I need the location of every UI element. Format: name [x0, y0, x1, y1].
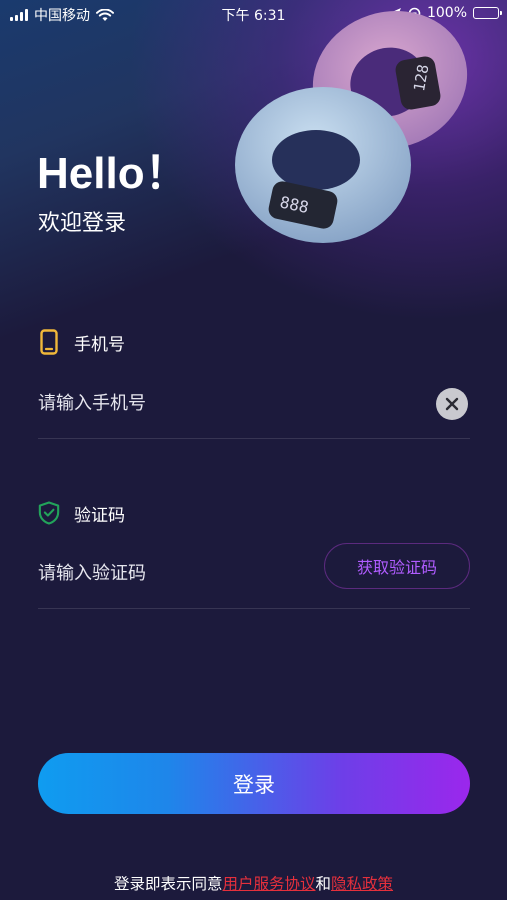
- greeting-title: Hello！: [37, 149, 189, 198]
- privacy-link[interactable]: 隐私政策: [331, 875, 393, 893]
- agreement-prefix: 登录即表示同意: [113, 875, 223, 893]
- phone-label: 手机号: [74, 334, 125, 355]
- close-icon: [445, 397, 459, 411]
- terms-link[interactable]: 用户服务协议: [222, 875, 315, 893]
- phone-icon: [38, 329, 60, 355]
- phone-input[interactable]: [38, 378, 418, 428]
- status-left: 中国移动: [10, 5, 114, 25]
- agreement-text: 登录即表示同意用户服务协议和隐私政策: [0, 872, 507, 894]
- get-code-button[interactable]: 获取验证码: [324, 543, 470, 589]
- clear-phone-button[interactable]: [436, 388, 468, 420]
- phone-input-row: [38, 378, 470, 439]
- greeting-subtitle: 欢迎登录: [38, 211, 127, 236]
- code-label: 验证码: [74, 505, 125, 526]
- login-screen: 中国移动 下午 6:31 100% 128 888 Hello！ 欢迎登录 手机…: [0, 0, 507, 900]
- phone-label-row: 手机号: [38, 329, 125, 355]
- code-input-row: 获取验证码: [38, 543, 470, 609]
- code-input[interactable]: [38, 548, 308, 598]
- agreement-and: 和: [315, 875, 332, 893]
- device-illustration: 128 888: [235, 10, 468, 243]
- wifi-icon: [96, 8, 114, 21]
- code-label-row: 验证码: [38, 500, 125, 526]
- login-button[interactable]: 登录: [38, 753, 470, 814]
- signal-icon: [10, 9, 28, 21]
- shield-check-icon: [38, 500, 60, 526]
- carrier-label: 中国移动: [34, 8, 90, 24]
